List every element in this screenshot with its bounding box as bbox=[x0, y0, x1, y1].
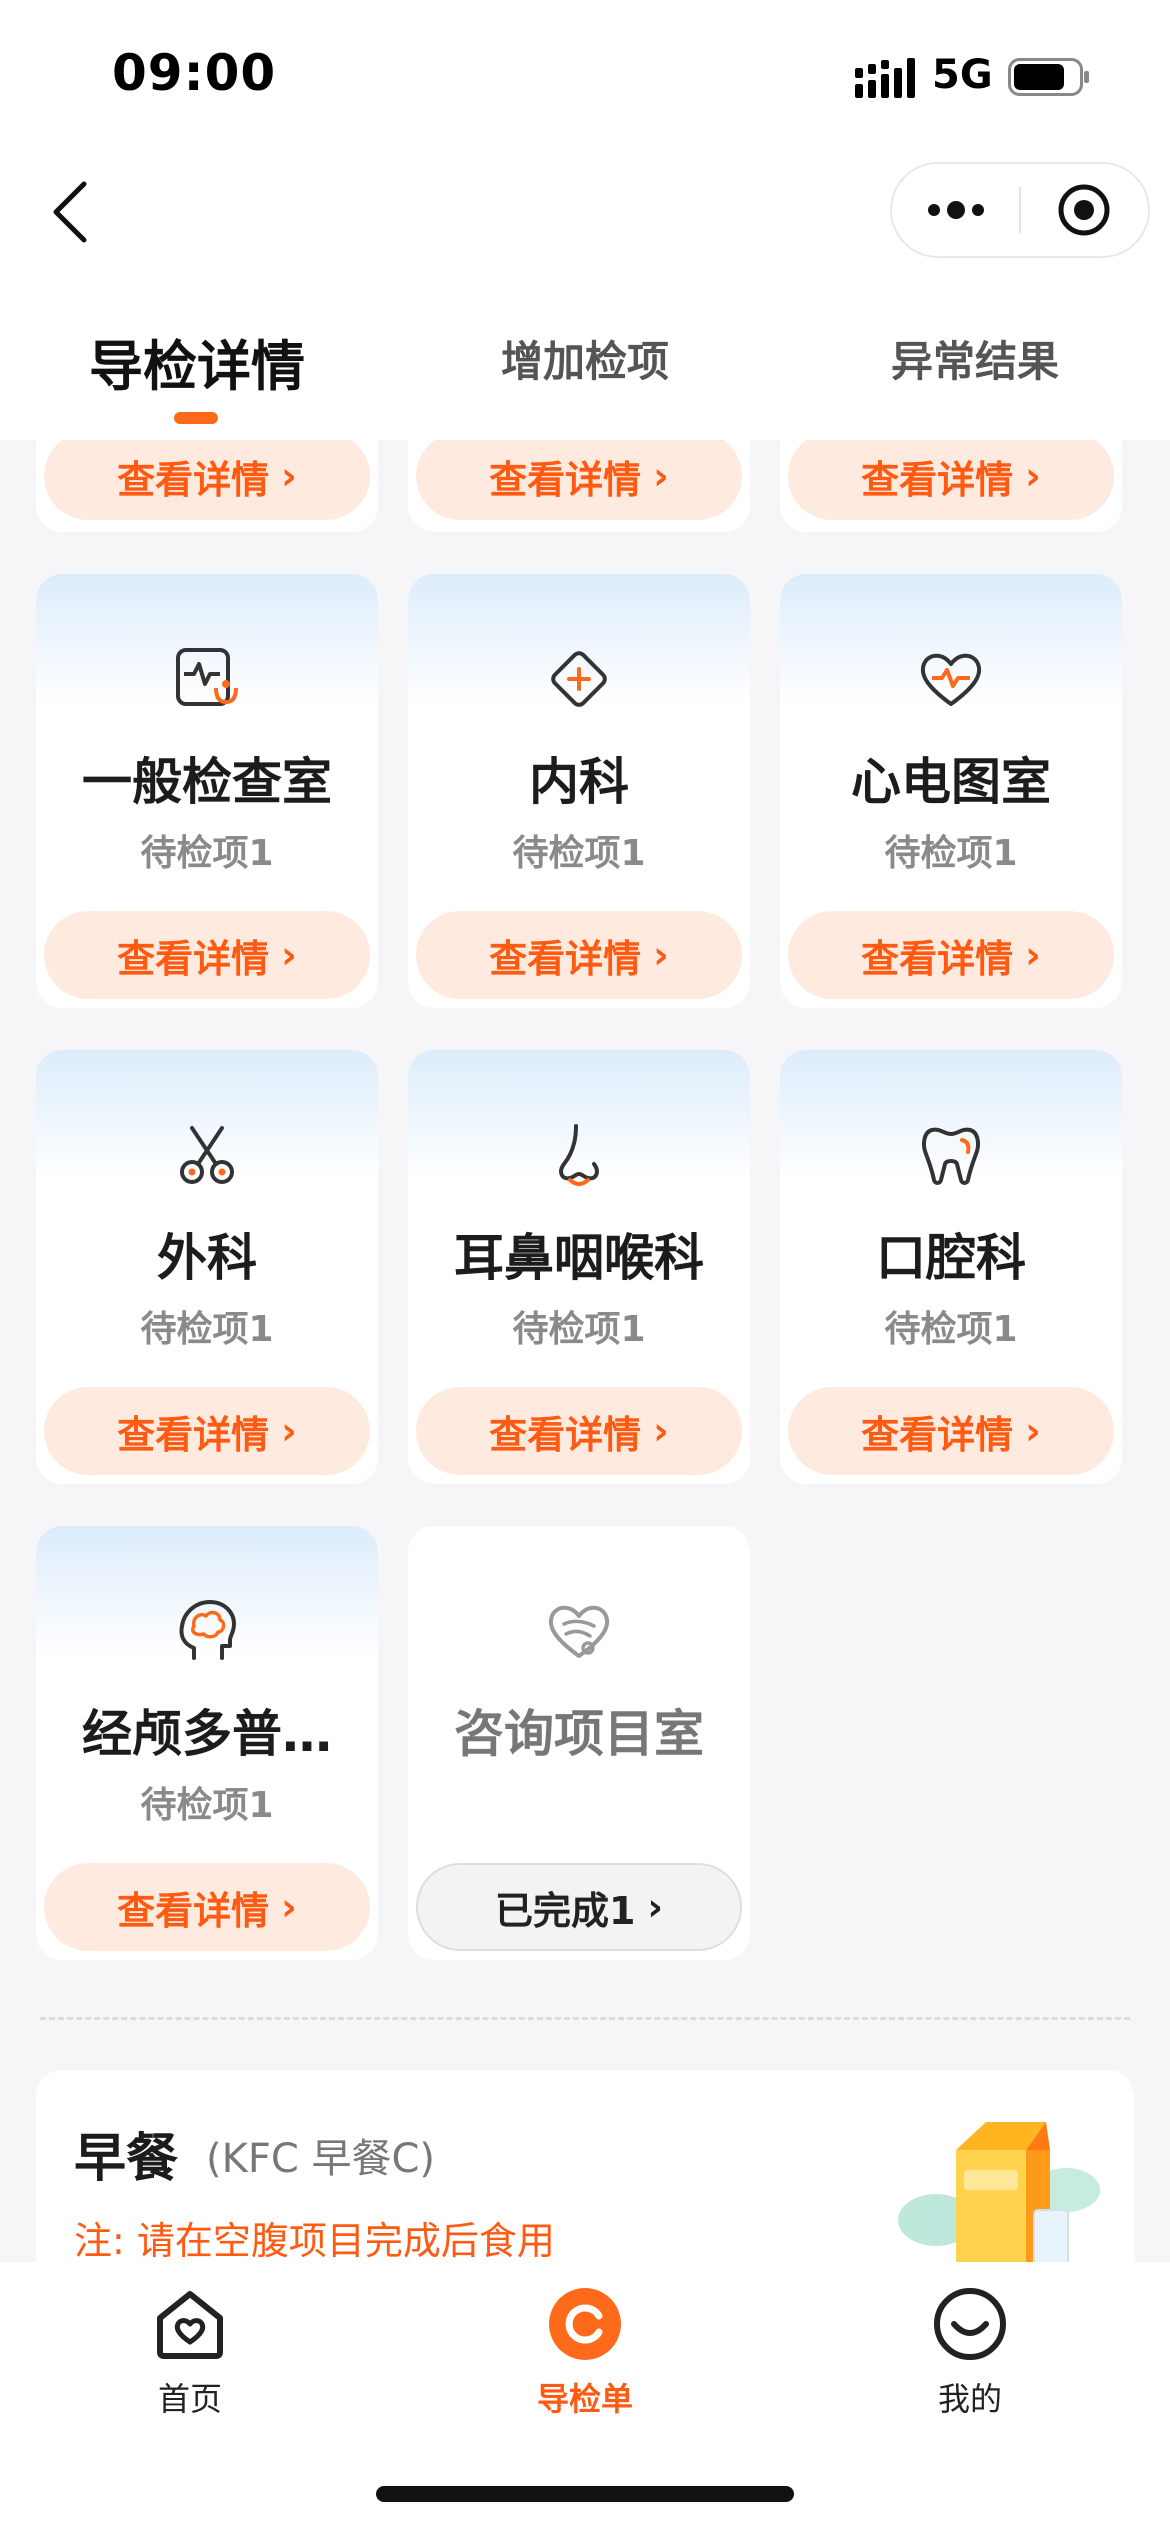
home-heart-icon bbox=[157, 2291, 223, 2359]
bottom-tab-label: 我的 bbox=[937, 2380, 1002, 2418]
meal-title: 早餐 bbox=[74, 2129, 179, 2189]
view-details-button[interactable]: 查看详情 › bbox=[788, 911, 1114, 999]
view-details-button[interactable]: 查看详情 › bbox=[44, 1863, 370, 1951]
department-card-internal-medicine[interactable]: 内科 待检项1 查看详情 › bbox=[408, 574, 750, 1008]
signal-icon bbox=[855, 58, 915, 98]
view-details-button[interactable]: 查看详情 › bbox=[44, 1387, 370, 1475]
consult-heart-icon bbox=[548, 1605, 610, 1658]
department-name: 内科 bbox=[529, 753, 629, 811]
pending-count: 待检项1 bbox=[884, 833, 1018, 874]
view-details-button[interactable]: 查看详情 › bbox=[44, 440, 370, 520]
view-details-button[interactable]: 查看详情 › bbox=[416, 911, 742, 999]
view-details-button[interactable]: 查看详情 › bbox=[416, 1387, 742, 1475]
tooth-icon bbox=[922, 1127, 980, 1185]
section-divider bbox=[40, 2017, 1130, 2020]
more-button[interactable] bbox=[892, 164, 1019, 256]
active-tab-indicator bbox=[174, 412, 218, 424]
home-indicator bbox=[376, 2486, 794, 2502]
department-card-partial: 查看详情 › bbox=[780, 440, 1122, 532]
bottom-tab-guide[interactable]: 导检单 bbox=[485, 2284, 685, 2420]
department-card-ecg[interactable]: 心电图室 待检项1 查看详情 › bbox=[780, 574, 1122, 1008]
meal-note: 注: 请在空腹项目完成后食用 bbox=[74, 2219, 555, 2262]
meal-subtitle: (KFC 早餐C) bbox=[206, 2136, 436, 2182]
view-details-button[interactable]: 查看详情 › bbox=[44, 911, 370, 999]
bottom-tab-home[interactable]: 首页 bbox=[90, 2284, 290, 2420]
meal-card[interactable]: 早餐 (KFC 早餐C) 注: 请在空腹项目完成后食用 bbox=[36, 2070, 1134, 2262]
view-details-button[interactable]: 查看详情 › bbox=[788, 440, 1114, 520]
network-label: 5G bbox=[932, 52, 993, 98]
department-card-consultation[interactable]: 咨询项目室 已完成1 › bbox=[408, 1526, 750, 1960]
back-button[interactable] bbox=[40, 172, 100, 252]
department-card-partial: 查看详情 › bbox=[36, 440, 378, 532]
tab-guide-details[interactable]: 导检详情 bbox=[82, 322, 312, 401]
back-arrow-icon bbox=[53, 181, 87, 243]
more-dots-icon bbox=[927, 201, 984, 219]
view-details-button[interactable]: 查看详情 › bbox=[416, 440, 742, 520]
heart-pulse-icon bbox=[920, 653, 982, 706]
department-card-transcranial-doppler[interactable]: 经颅多普… 待检项1 查看详情 › bbox=[36, 1526, 378, 1960]
department-name: 经颅多普… bbox=[82, 1705, 332, 1763]
view-details-button[interactable]: 查看详情 › bbox=[788, 1387, 1114, 1475]
battery-icon bbox=[1008, 58, 1089, 96]
department-name: 心电图室 bbox=[851, 753, 1051, 811]
scissors-icon bbox=[180, 1126, 234, 1184]
pending-count: 待检项1 bbox=[140, 833, 274, 874]
department-card-dental[interactable]: 口腔科 待检项1 查看详情 › bbox=[780, 1050, 1122, 1484]
content-scroll-area[interactable]: 查看详情 › 查看详情 › 查看详情 › 一般检查室 待检项1 查看详情 › 内科 待检… bbox=[0, 440, 1170, 2262]
target-circle-icon bbox=[1058, 184, 1110, 236]
pending-count: 待检项1 bbox=[140, 1785, 274, 1826]
completed-button[interactable]: 已完成1 › bbox=[416, 1863, 742, 1951]
brain-icon bbox=[179, 1600, 236, 1660]
pending-count: 待检项1 bbox=[512, 1309, 646, 1350]
guide-icon bbox=[549, 2288, 621, 2360]
medical-cross-icon bbox=[551, 651, 607, 707]
tab-abnormal-results[interactable]: 异常结果 bbox=[860, 328, 1090, 389]
pending-count: 待检项1 bbox=[140, 1309, 274, 1350]
nav-bar bbox=[0, 150, 1170, 300]
bottom-tab-label: 首页 bbox=[157, 2380, 222, 2418]
department-name: 一般检查室 bbox=[82, 753, 332, 811]
department-card-partial: 查看详情 › bbox=[408, 440, 750, 532]
department-card-ent[interactable]: 耳鼻咽喉科 待检项1 查看详情 › bbox=[408, 1050, 750, 1484]
milk-carton-illustration bbox=[898, 2122, 1100, 2262]
mini-program-capsule bbox=[890, 162, 1150, 258]
status-bar: 09:00 5G bbox=[0, 0, 1170, 150]
smile-icon bbox=[934, 2288, 1006, 2360]
tab-add-items[interactable]: 增加检项 bbox=[470, 328, 700, 389]
bottom-tab-mine[interactable]: 我的 bbox=[870, 2284, 1070, 2420]
pending-count: 待检项1 bbox=[512, 833, 646, 874]
department-name: 口腔科 bbox=[876, 1229, 1026, 1287]
status-time: 09:00 bbox=[112, 44, 277, 102]
department-name: 外科 bbox=[157, 1229, 257, 1287]
department-card-surgery[interactable]: 外科 待检项1 查看详情 › bbox=[36, 1050, 378, 1484]
department-name: 耳鼻咽喉科 bbox=[454, 1229, 704, 1287]
bottom-tab-label: 导检单 bbox=[536, 2380, 633, 2418]
nose-icon bbox=[559, 1124, 599, 1186]
pending-count: 待检项1 bbox=[884, 1309, 1018, 1350]
close-mini-program-button[interactable] bbox=[1021, 164, 1148, 256]
department-card-general-exam[interactable]: 一般检查室 待检项1 查看详情 › bbox=[36, 574, 378, 1008]
department-name: 咨询项目室 bbox=[454, 1705, 704, 1763]
monitor-stethoscope-icon bbox=[176, 648, 238, 706]
tab-bar: 导检详情 增加检项 异常结果 bbox=[0, 300, 1170, 440]
